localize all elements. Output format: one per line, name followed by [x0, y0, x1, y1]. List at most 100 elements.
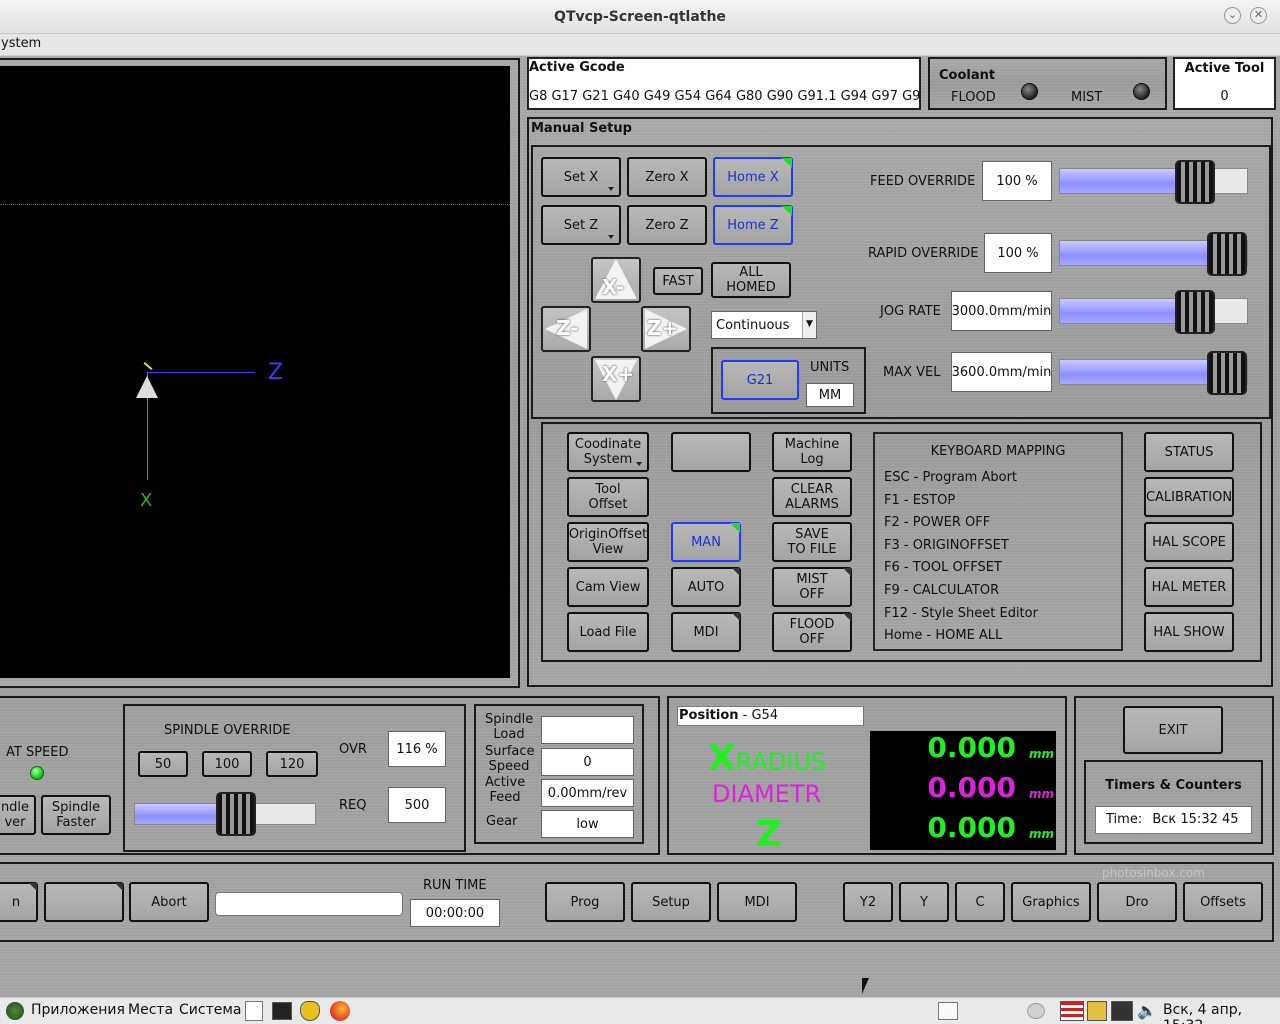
calibration-button[interactable]: CALIBRATION	[1144, 477, 1234, 517]
minimize-icon[interactable]: ⌄	[1224, 7, 1241, 24]
gcode-preview[interactable]: Z X	[0, 66, 510, 678]
volume-icon[interactable]: 🔈	[1137, 1001, 1157, 1020]
rapid-override-slider[interactable]	[1059, 232, 1248, 276]
set-x-button[interactable]: Set X	[541, 157, 621, 197]
active-tool-title: Active Tool	[1184, 61, 1265, 76]
linux-penguin-icon[interactable]	[300, 1001, 320, 1021]
taskbar: Приложения Места Система 🔈 Вск, 4 апр, 1…	[0, 997, 1280, 1024]
jog-rate-slider[interactable]	[1059, 290, 1248, 334]
spindle-faster-label-1: Spindle	[51, 800, 101, 815]
jog-x-minus-button[interactable]: X-	[591, 257, 641, 303]
z-axis-letter[interactable]: Z	[756, 814, 782, 855]
apps-menu-icon[interactable]	[6, 1002, 24, 1020]
window-title: QTvcp-Screen-qtlathe	[554, 9, 726, 25]
home-z-button[interactable]: Home Z	[713, 205, 793, 245]
keyboard-layout-flag-icon[interactable]	[1060, 1001, 1084, 1021]
all-homed-button[interactable]: ALL HOMED	[711, 262, 791, 298]
text-editor-icon[interactable]	[245, 1001, 263, 1021]
time-label: Time:	[1106, 812, 1143, 827]
active-feed-label: Active Feed	[485, 775, 525, 805]
spindle-preset-50[interactable]: 50	[138, 751, 188, 777]
close-icon[interactable]: ✕	[1250, 7, 1267, 24]
coord-system-label-1: Coodinate	[574, 437, 642, 452]
exit-button[interactable]: EXIT	[1123, 706, 1223, 754]
run-button[interactable]: n	[0, 882, 38, 922]
rapid-override-handle[interactable]	[1207, 232, 1247, 276]
cam-view-button[interactable]: Cam View	[567, 567, 649, 607]
diameter-axis[interactable]: DIAMETR	[712, 780, 821, 808]
jog-rate-handle[interactable]	[1175, 290, 1215, 334]
jog-x-plus-button[interactable]: X+	[591, 356, 641, 402]
firefox-icon[interactable]	[330, 1001, 350, 1021]
machine-log-button[interactable]: Machine Log	[772, 432, 852, 472]
tool-offset-button[interactable]: Tool Offset	[567, 477, 649, 517]
blank-bottom-button[interactable]	[44, 882, 124, 922]
origin-offset-label-2: View	[592, 542, 624, 557]
home-x-button[interactable]: Home X	[713, 157, 793, 197]
hal-meter-button[interactable]: HAL METER	[1144, 567, 1234, 607]
axis-y-button[interactable]: Y	[899, 882, 949, 922]
req-value: 500	[388, 787, 446, 823]
hal-show-button[interactable]: HAL SHOW	[1144, 612, 1234, 652]
zero-z-button[interactable]: Zero Z	[627, 205, 707, 245]
tab-prog[interactable]: Prog	[545, 882, 625, 922]
abort-button[interactable]: Abort	[129, 882, 209, 922]
status-button[interactable]: STATUS	[1144, 432, 1234, 472]
jog-z-minus-button[interactable]: Z-	[541, 306, 591, 352]
axis-c-button[interactable]: C	[955, 882, 1005, 922]
spindle-override-slider[interactable]	[134, 792, 316, 836]
blank-button[interactable]	[671, 432, 751, 472]
jog-mode-select[interactable]: Continuous ▼	[711, 311, 817, 339]
origin-offset-view-button[interactable]: OriginOffset View	[567, 522, 649, 562]
tab-setup[interactable]: Setup	[631, 882, 711, 922]
hal-scope-button[interactable]: HAL SCOPE	[1144, 522, 1234, 562]
flood-off-button[interactable]: FLOOD OFF	[772, 612, 852, 652]
view-graphics-button[interactable]: Graphics	[1011, 882, 1091, 922]
man-mode-button[interactable]: MAN	[671, 522, 741, 562]
feed-override-handle[interactable]	[1175, 160, 1215, 204]
window-list-icon[interactable]	[938, 1002, 958, 1020]
auto-mode-button[interactable]: AUTO	[671, 567, 741, 607]
spindle-faster-button[interactable]: Spindle Faster	[41, 795, 111, 835]
view-offsets-button[interactable]: Offsets	[1183, 882, 1263, 922]
terminal-icon[interactable]	[272, 1002, 292, 1020]
jog-z-plus-button[interactable]: Z+	[641, 306, 691, 352]
x-radius-axis[interactable]: XRADIUS	[708, 738, 826, 779]
spindle-slower-button[interactable]: ndle ver	[0, 795, 36, 835]
spindle-preset-120[interactable]: 120	[266, 751, 318, 777]
system-menu[interactable]: Система	[179, 1002, 241, 1018]
spindle-override-title: SPINDLE OVERRIDE	[164, 723, 291, 738]
mdi-mode-button[interactable]: MDI	[671, 612, 741, 652]
coord-system-button[interactable]: Coodinate System	[567, 432, 649, 472]
clear-alarms-button[interactable]: CLEAR ALARMS	[772, 477, 852, 517]
monitor-icon[interactable]	[1111, 1001, 1133, 1021]
axis-y2-button[interactable]: Y2	[843, 882, 893, 922]
spindle-load-label-1: Spindle	[485, 712, 534, 727]
keymap-item: F1 - ESTOP	[884, 492, 956, 508]
mist-off-button[interactable]: MIST OFF	[772, 567, 852, 607]
network-icon[interactable]	[1027, 1003, 1045, 1019]
position-title: Position	[679, 708, 739, 723]
spindle-override-handle[interactable]	[216, 792, 256, 836]
feed-override-slider[interactable]	[1059, 160, 1248, 204]
apps-menu[interactable]: Приложения	[31, 1002, 125, 1018]
g21-button[interactable]: G21	[721, 360, 799, 400]
view-dro-button[interactable]: Dro	[1097, 882, 1177, 922]
load-file-button[interactable]: Load File	[567, 612, 649, 652]
tab-mdi[interactable]: MDI	[717, 882, 797, 922]
spindle-preset-100[interactable]: 100	[202, 751, 252, 777]
zero-x-button[interactable]: Zero X	[627, 157, 707, 197]
path-line	[0, 204, 510, 205]
program-progress-bar	[215, 892, 403, 916]
origin-offset-label-1: OriginOffset	[568, 527, 648, 542]
updates-icon[interactable]	[1087, 1001, 1107, 1021]
max-vel-handle[interactable]	[1207, 351, 1247, 395]
clock[interactable]: Вск, 4 апр, 15:32	[1163, 1002, 1280, 1024]
places-menu[interactable]: Места	[128, 1002, 173, 1018]
max-vel-slider[interactable]	[1059, 351, 1248, 395]
save-to-file-button[interactable]: SAVE TO FILE	[772, 522, 852, 562]
fast-button[interactable]: FAST	[653, 267, 703, 295]
set-z-button[interactable]: Set Z	[541, 205, 621, 245]
menu-system[interactable]: ystem	[0, 36, 41, 51]
surface-speed-label-1: Surface	[485, 744, 535, 759]
